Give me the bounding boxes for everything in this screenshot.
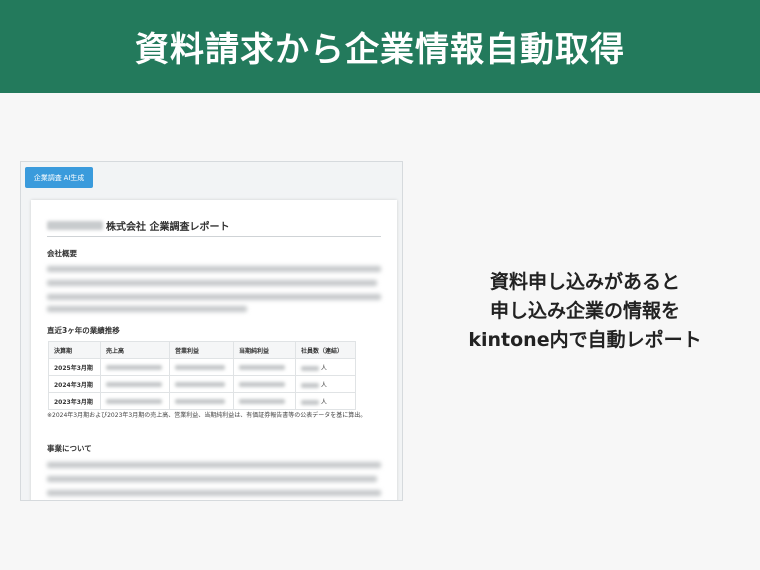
redacted-text-line [47,490,381,496]
redacted-cell [169,375,234,393]
table-row: 2025年3月期 人 [48,358,356,376]
section-heading-business: 事業について [47,444,92,453]
redacted-cell [100,375,170,393]
redacted-cell [169,358,234,376]
redacted-company-name [47,221,103,230]
title-divider [47,236,381,237]
unit-label: 人 [320,381,327,389]
redacted-cell [233,358,296,376]
report-screenshot: 企業調査 AI生成 株式会社 企業調査レポート 会社概要 直近3ヶ年の業績推移 … [20,161,403,501]
table-row: 2024年3月期 人 [48,375,356,393]
column-header: 売上高 [100,341,170,359]
redacted-cell [233,375,296,393]
table-header-row: 決算期 売上高 営業利益 当期純利益 社員数（連結） [48,341,356,359]
report-title: 株式会社 企業調査レポート [106,222,230,233]
period-cell: 2024年3月期 [48,375,101,393]
redacted-text-line [47,280,377,286]
redacted-text-line [47,462,381,468]
redacted-cell [233,392,296,410]
column-header: 営業利益 [169,341,234,359]
banner-title: 資料請求から企業情報自動取得 [135,30,625,70]
caption-text: 資料申し込みがあると 申し込み企業の情報を kintone内で自動レポート [440,268,730,355]
redacted-cell [169,392,234,410]
caption-line: 資料申し込みがあると [489,271,680,293]
column-header: 当期純利益 [233,341,296,359]
redacted-cell [100,358,170,376]
column-header: 決算期 [48,341,101,359]
employee-cell: 人 [295,375,356,393]
unit-label: 人 [320,364,327,372]
redacted-text-line [47,476,377,482]
table-footnote: ※2024年3月期および2023年3月期の売上高、営業利益、当期純利益は、有価証… [47,412,367,419]
ai-generate-button[interactable]: 企業調査 AI生成 [25,167,93,188]
report-title-row: 株式会社 企業調査レポート [47,218,229,233]
header-banner: 資料請求から企業情報自動取得 [0,0,760,93]
employee-cell: 人 [295,358,356,376]
redacted-text-line [47,294,381,300]
period-cell: 2025年3月期 [48,358,101,376]
column-header: 社員数（連結） [295,341,356,359]
report-document: 株式会社 企業調査レポート 会社概要 直近3ヶ年の業績推移 決算期 売上高 営業… [31,200,397,500]
unit-label: 人 [320,398,327,406]
performance-table: 決算期 売上高 営業利益 当期純利益 社員数（連結） 2025年3月期 人 20… [48,341,356,410]
caption-line: kintone内で自動レポート [468,329,702,351]
redacted-text-line [47,306,247,312]
redacted-cell [100,392,170,410]
employee-cell: 人 [295,392,356,410]
table-row: 2023年3月期 人 [48,392,356,410]
section-heading-overview: 会社概要 [47,249,77,258]
caption-line: 申し込み企業の情報を [489,300,680,322]
redacted-text-line [47,266,381,272]
section-heading-performance: 直近3ヶ年の業績推移 [47,326,120,335]
period-cell: 2023年3月期 [48,392,101,410]
